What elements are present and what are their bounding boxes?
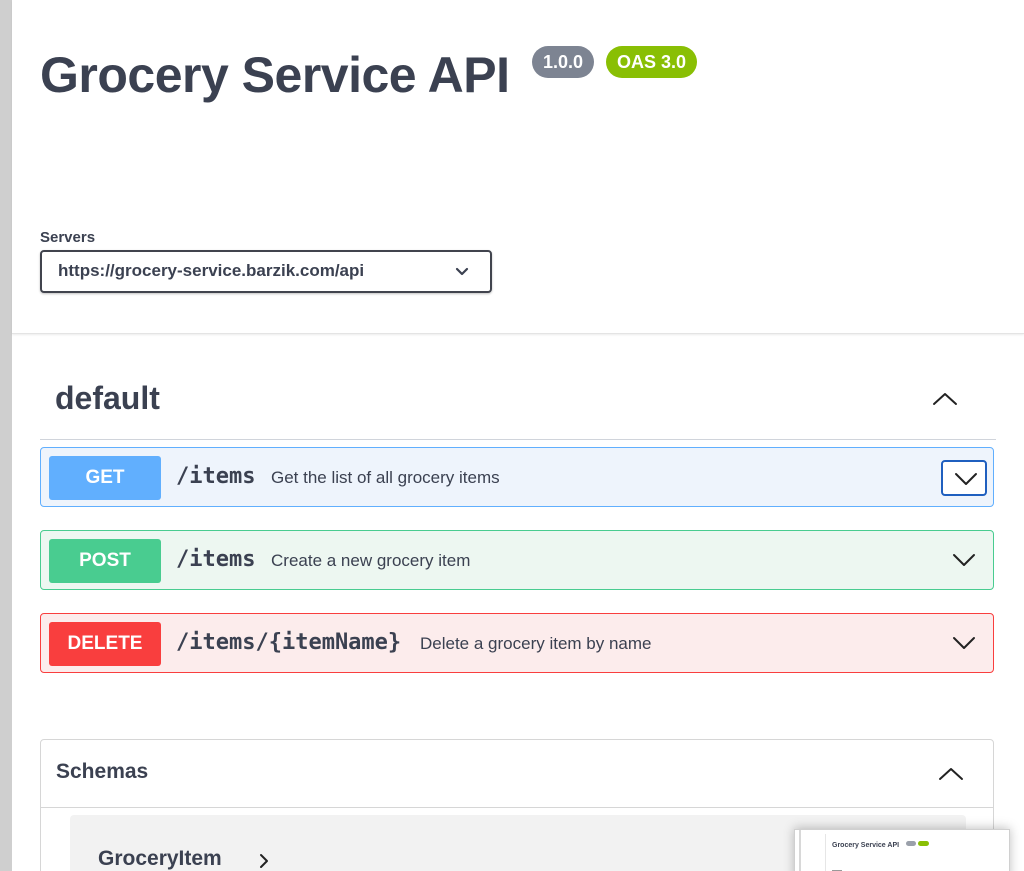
operation-summary: Get the list of all grocery items: [271, 468, 500, 487]
schemas-title[interactable]: Schemas: [56, 760, 148, 784]
chevron-down-icon: [455, 267, 469, 276]
thumbnail-oas-badge: [918, 841, 929, 846]
swagger-ui-page: Grocery Service API 1.0.0 OAS 3.0 Server…: [0, 0, 1024, 871]
expand-operation-button[interactable]: [941, 543, 987, 579]
servers-selected-value: https://grocery-service.barzik.com/api: [58, 261, 365, 280]
thumbnail-content: Grocery Service API: [825, 834, 1002, 871]
servers-select[interactable]: https://grocery-service.barzik.com/api: [40, 250, 492, 293]
method-badge: GET: [49, 456, 161, 500]
oas-badge: OAS 3.0: [606, 46, 698, 78]
tag-section-title[interactable]: default: [55, 380, 160, 417]
screenshot-thumbnail-preview[interactable]: Grocery Service API: [794, 829, 1010, 871]
schema-model-name: GroceryItem: [98, 847, 222, 870]
expand-operation-button[interactable]: [941, 460, 987, 496]
version-badge: 1.0.0: [532, 46, 595, 78]
thumbnail-edge: [799, 830, 801, 871]
window-left-edge: [0, 0, 12, 871]
operation-post-items[interactable]: POST /items Create a new grocery item: [40, 530, 994, 590]
method-badge: POST: [49, 539, 161, 583]
operation-path: /items/{itemName}: [176, 630, 402, 655]
operation-summary: Delete a grocery item by name: [420, 634, 652, 653]
chevron-down-icon: [955, 473, 977, 485]
api-info-header: Grocery Service API 1.0.0 OAS 3.0 Server…: [12, 0, 1024, 334]
operation-summary: Create a new grocery item: [271, 551, 471, 570]
method-badge: DELETE: [49, 622, 161, 666]
schemas-divider: [41, 807, 993, 808]
section-divider: [40, 439, 996, 440]
chevron-down-icon: [953, 554, 975, 566]
chevron-up-icon[interactable]: [937, 764, 965, 784]
operation-path: /items: [176, 464, 256, 489]
operation-get-items[interactable]: GET /items Get the list of all grocery i…: [40, 447, 994, 507]
api-title: Grocery Service API: [40, 47, 510, 103]
servers-label: Servers: [40, 229, 96, 246]
expand-operation-button[interactable]: [941, 626, 987, 662]
thumbnail-version-badge: [906, 841, 916, 846]
thumbnail-title: Grocery Service API: [832, 842, 900, 849]
operation-path: /items: [176, 547, 256, 572]
chevron-right-icon: [260, 854, 268, 868]
chevron-down-icon: [953, 637, 975, 649]
operation-delete-item[interactable]: DELETE /items/{itemName} Delete a grocer…: [40, 613, 994, 673]
chevron-up-icon[interactable]: [930, 388, 960, 410]
